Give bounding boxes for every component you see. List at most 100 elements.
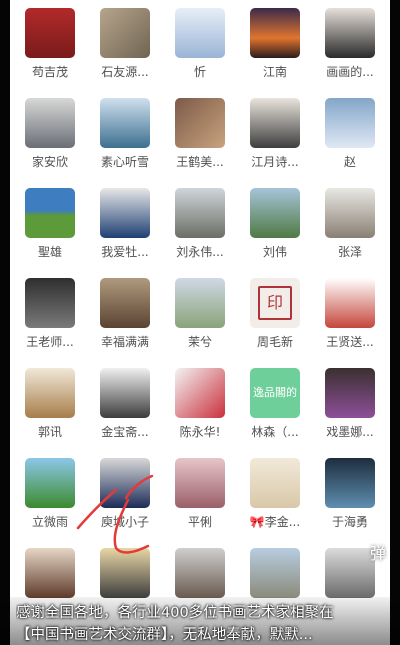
member-name: 江月诗... [251, 155, 299, 169]
member-name: 林森（... [251, 425, 299, 439]
member-item[interactable]: 茉兮 [164, 278, 236, 350]
member-name: 苟吉茂 [31, 65, 68, 79]
member-name: 江南 [262, 65, 287, 79]
member-item[interactable]: 于海勇 [314, 458, 386, 530]
member-avatar[interactable] [175, 278, 225, 328]
member-name: 戏墨娜... [326, 425, 374, 439]
video-caption: 感谢全国各地，各行业400多位书画艺术家相聚在 【中国书画艺术交流群】，无私地奉… [0, 597, 400, 645]
member-name: 张泽 [337, 245, 362, 259]
member-name: 刘伟 [262, 245, 287, 259]
member-avatar[interactable] [175, 188, 225, 238]
member-item[interactable]: 印周毛新 [239, 278, 311, 350]
member-avatar[interactable] [100, 278, 150, 328]
member-item[interactable]: 石友源... [89, 8, 161, 80]
member-item[interactable]: 王鹤美... [164, 98, 236, 170]
right-frame-edge [390, 0, 400, 645]
logo-tile-image: 逸品閣的 [253, 386, 297, 399]
member-item[interactable]: 庾城小子 [89, 458, 161, 530]
danmaku-toggle-button[interactable]: 弹 [370, 540, 386, 564]
member-item[interactable]: 我爱牡... [89, 188, 161, 260]
member-avatar[interactable] [25, 278, 75, 328]
member-name: 石友源... [101, 65, 149, 79]
member-item[interactable]: 苟吉茂 [14, 8, 86, 80]
member-item[interactable]: 张泽 [314, 188, 386, 260]
member-avatar[interactable] [25, 98, 75, 148]
member-avatar[interactable] [250, 548, 300, 598]
member-name: 赵 [343, 155, 356, 169]
member-avatar[interactable] [100, 458, 150, 508]
member-name: 茉兮 [187, 335, 212, 349]
member-name: 聖雄 [37, 245, 62, 259]
member-avatar[interactable] [325, 8, 375, 58]
member-item[interactable]: 立微雨 [14, 458, 86, 530]
member-avatar[interactable] [25, 458, 75, 508]
member-avatar[interactable] [25, 8, 75, 58]
member-item[interactable]: 聖雄 [14, 188, 86, 260]
member-avatar[interactable] [25, 368, 75, 418]
member-avatar[interactable] [100, 188, 150, 238]
seal-stamp-image: 印 [258, 286, 292, 320]
member-avatar[interactable] [250, 8, 300, 58]
member-item[interactable]: 素心听雪 [89, 98, 161, 170]
member-item[interactable]: 王老师... [14, 278, 86, 350]
member-avatar[interactable] [25, 188, 75, 238]
member-item[interactable]: 画画的... [314, 8, 386, 80]
caption-line-1: 感谢全国各地，各行业400多位书画艺术家相聚在 [16, 605, 334, 621]
member-avatar[interactable] [325, 368, 375, 418]
member-avatar[interactable] [175, 458, 225, 508]
member-name: 庾城小子 [100, 515, 149, 529]
member-avatar[interactable] [175, 8, 225, 58]
member-name: 立微雨 [31, 515, 68, 529]
member-avatar[interactable] [175, 368, 225, 418]
member-avatar[interactable]: 逸品閣的 [250, 368, 300, 418]
member-name: 平俐 [187, 515, 212, 529]
member-avatar[interactable] [325, 548, 375, 598]
member-avatar[interactable] [325, 98, 375, 148]
member-avatar[interactable] [250, 98, 300, 148]
member-avatar[interactable] [100, 98, 150, 148]
member-item[interactable]: 家安欣 [14, 98, 86, 170]
member-avatar[interactable]: 印 [250, 278, 300, 328]
member-item[interactable]: 王贤送... [314, 278, 386, 350]
member-avatar[interactable] [175, 98, 225, 148]
member-item[interactable]: 🎀李金... [239, 458, 311, 530]
member-name: 郭讯 [37, 425, 62, 439]
member-item[interactable]: 刘永伟... [164, 188, 236, 260]
member-item[interactable]: 戏墨娜... [314, 368, 386, 440]
member-avatar[interactable] [325, 278, 375, 328]
member-item[interactable] [164, 548, 236, 604]
member-item[interactable]: 刘伟 [239, 188, 311, 260]
member-avatar[interactable] [100, 368, 150, 418]
member-name: 金宝斋... [101, 425, 149, 439]
member-item[interactable]: 赵 [314, 98, 386, 170]
member-name: 于海勇 [331, 515, 368, 529]
member-name: 王鹤美... [176, 155, 224, 169]
member-name: 王老师... [26, 335, 74, 349]
member-name: 家安欣 [31, 155, 68, 169]
member-name: 🎀李金... [249, 515, 301, 529]
member-avatar[interactable] [250, 458, 300, 508]
member-item[interactable] [239, 548, 311, 604]
member-item[interactable]: 幸福满满 [89, 278, 161, 350]
member-avatar[interactable] [325, 458, 375, 508]
member-item[interactable]: 陈永华! [164, 368, 236, 440]
member-avatar[interactable] [100, 548, 150, 598]
member-item[interactable]: 江月诗... [239, 98, 311, 170]
member-item[interactable]: 平俐 [164, 458, 236, 530]
member-item[interactable] [14, 548, 86, 604]
left-frame-edge [0, 0, 10, 645]
member-name: 我爱牡... [101, 245, 149, 259]
member-item[interactable] [89, 548, 161, 604]
member-avatar[interactable] [100, 8, 150, 58]
member-item[interactable]: 郭讯 [14, 368, 86, 440]
member-avatar[interactable] [325, 188, 375, 238]
member-item[interactable]: 逸品閣的林森（... [239, 368, 311, 440]
member-avatar[interactable] [25, 548, 75, 598]
member-name: 陈永华! [179, 425, 221, 439]
member-item[interactable]: 忻 [164, 8, 236, 80]
member-item[interactable]: 江南 [239, 8, 311, 80]
member-avatar[interactable] [250, 188, 300, 238]
member-item[interactable]: 金宝斋... [89, 368, 161, 440]
caption-line-2: 【中国书画艺术交流群】，无私地奉献，默默... [16, 627, 313, 643]
member-avatar[interactable] [175, 548, 225, 598]
